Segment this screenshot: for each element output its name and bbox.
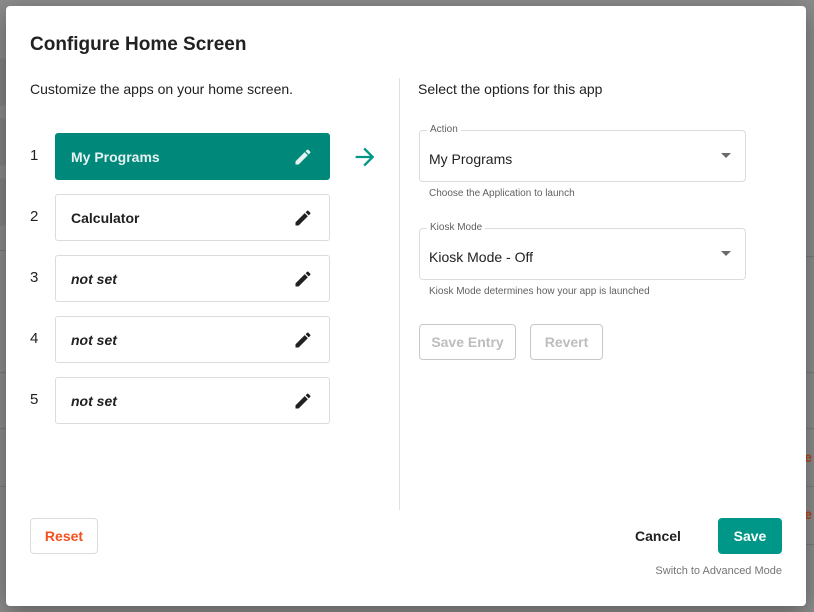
configure-home-screen-dialog: Configure Home Screen Customize the apps… [6, 6, 806, 606]
slot-number: 2 [30, 208, 39, 225]
home-slot-5: 5 not set [30, 377, 330, 424]
kiosk-mode-select[interactable]: Kiosk Mode Kiosk Mode - Off [419, 222, 746, 280]
save-button[interactable]: Save [718, 518, 782, 554]
home-slot-4: 4 not set [30, 316, 330, 363]
pencil-icon[interactable] [293, 391, 313, 411]
slot-number: 4 [30, 330, 39, 347]
action-helper-text: Choose the Application to launch [429, 188, 575, 199]
action-select-value: My Programs [429, 151, 513, 167]
slot-number: 1 [30, 147, 39, 164]
right-panel-subtitle: Select the options for this app [418, 81, 603, 97]
slot-button-not-set[interactable]: not set [55, 255, 330, 302]
arrow-right-icon [355, 147, 375, 167]
left-panel-subtitle: Customize the apps on your home screen. [30, 81, 294, 97]
dialog-title: Configure Home Screen [30, 34, 247, 55]
slot-number: 5 [30, 391, 39, 408]
kiosk-mode-select-value: Kiosk Mode - Off [429, 249, 534, 265]
slot-button-not-set[interactable]: not set [55, 377, 330, 424]
background-line [806, 428, 814, 429]
pencil-icon[interactable] [293, 208, 313, 228]
slot-label: Calculator [71, 209, 140, 226]
slot-label: My Programs [71, 148, 160, 165]
action-select[interactable]: Action My Programs [419, 124, 746, 182]
reset-button[interactable]: Reset [30, 518, 98, 554]
kiosk-mode-select-label: Kiosk Mode [427, 222, 486, 233]
action-select-label: Action [427, 124, 461, 135]
background-line [806, 544, 814, 545]
background-line [806, 486, 814, 487]
panel-divider [399, 78, 400, 510]
cancel-button[interactable]: Cancel [623, 518, 693, 554]
slot-label: not set [71, 331, 117, 348]
home-slot-1: 1 My Programs [30, 133, 330, 180]
save-entry-button[interactable]: Save Entry [419, 324, 516, 360]
pencil-icon[interactable] [293, 269, 313, 289]
slot-button-calculator[interactable]: Calculator [55, 194, 330, 241]
slot-number: 3 [30, 269, 39, 286]
slot-label: not set [71, 270, 117, 287]
slot-button-not-set[interactable]: not set [55, 316, 330, 363]
home-slot-2: 2 Calculator [30, 194, 330, 241]
pencil-icon[interactable] [293, 147, 313, 167]
home-slot-list: 1 My Programs 2 Calculator 3 not set 4 n… [30, 133, 330, 438]
caret-down-icon [721, 251, 731, 256]
pencil-icon[interactable] [293, 330, 313, 350]
slot-button-my-programs[interactable]: My Programs [55, 133, 330, 180]
revert-button[interactable]: Revert [530, 324, 603, 360]
caret-down-icon [721, 153, 731, 158]
slot-label: not set [71, 392, 117, 409]
home-slot-3: 3 not set [30, 255, 330, 302]
background-line [806, 256, 814, 257]
switch-to-advanced-mode-link[interactable]: Switch to Advanced Mode [655, 565, 782, 577]
background-line [806, 372, 814, 373]
kiosk-mode-helper-text: Kiosk Mode determines how your app is la… [429, 286, 650, 297]
